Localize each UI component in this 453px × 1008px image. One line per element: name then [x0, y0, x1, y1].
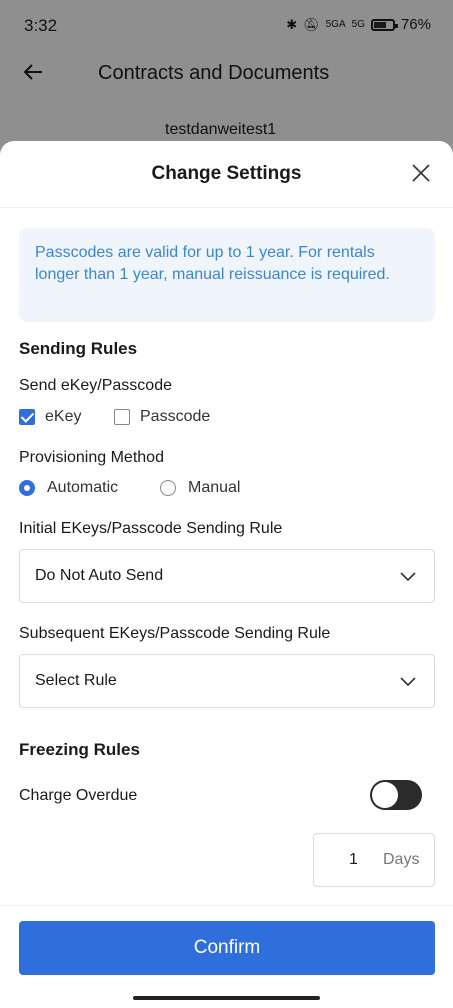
ekey-checkbox[interactable]: eKey [19, 408, 81, 426]
charge-overdue-label: Charge Overdue [19, 787, 138, 804]
toggle-knob [372, 782, 398, 808]
status-bar: 3:32 ✱ 🔕︎ 5GA 5G 76% [0, 0, 453, 56]
sheet-title: Change Settings [151, 163, 302, 184]
passcode-checkbox-box[interactable] [114, 409, 130, 425]
automatic-radio-dot[interactable] [19, 480, 35, 496]
mute-icon: 🔕︎ [303, 16, 320, 32]
page-title: Contracts and Documents [98, 62, 330, 84]
signal-5g-icon: 5G [351, 19, 365, 30]
change-settings-sheet: Change Settings Passcodes are valid for … [0, 141, 453, 1008]
passcode-label: Passcode [140, 408, 211, 425]
info-text: Passcodes are valid for up to 1 year. Fo… [35, 244, 390, 283]
battery-icon [370, 18, 398, 31]
automatic-radio[interactable]: Automatic [19, 479, 118, 497]
initial-rule-label: Initial EKeys/Passcode Sending Rule [19, 520, 283, 537]
info-notice: Passcodes are valid for up to 1 year. Fo… [19, 228, 435, 322]
battery-level: 76% [400, 16, 431, 33]
footer-divider [0, 905, 453, 906]
chevron-down-icon [400, 677, 416, 687]
close-icon[interactable] [411, 163, 431, 183]
subsequent-rule-label: Subsequent EKeys/Passcode Sending Rule [19, 625, 331, 642]
ekey-label: eKey [45, 408, 82, 425]
tenant-name: testdanweitest1 [165, 121, 277, 138]
sending-rules-title: Sending Rules [19, 339, 138, 358]
manual-radio[interactable]: Manual [160, 479, 240, 497]
manual-label: Manual [188, 479, 241, 496]
ekey-checkbox-box[interactable] [19, 409, 35, 425]
days-input[interactable]: 1 Days [313, 833, 435, 887]
initial-rule-value: Do Not Auto Send [35, 567, 164, 584]
subsequent-rule-select[interactable]: Select Rule [19, 654, 435, 708]
provisioning-label: Provisioning Method [19, 449, 164, 466]
chevron-down-icon [400, 572, 416, 582]
send-label: Send eKey/Passcode [19, 377, 172, 394]
days-unit: Days [383, 851, 420, 868]
signal-5ga-icon: 5GA [325, 19, 346, 30]
sheet-header: Change Settings [0, 141, 453, 208]
initial-rule-select[interactable]: Do Not Auto Send [19, 549, 435, 603]
back-arrow-icon[interactable] [22, 60, 46, 84]
subsequent-rule-value: Select Rule [35, 672, 117, 689]
home-indicator[interactable] [133, 996, 320, 1000]
status-icons: ✱ 🔕︎ 5GA 5G 76% [286, 16, 431, 33]
automatic-label: Automatic [47, 479, 119, 496]
freezing-rules-title: Freezing Rules [19, 740, 140, 759]
confirm-button[interactable]: Confirm [19, 921, 435, 975]
charge-overdue-toggle[interactable] [370, 780, 422, 810]
passcode-checkbox[interactable]: Passcode [114, 408, 210, 426]
days-value: 1 [349, 851, 358, 868]
bluetooth-icon: ✱ [286, 16, 298, 32]
status-time: 3:32 [24, 16, 58, 35]
app-header: Contracts and Documents [0, 56, 453, 92]
manual-radio-dot[interactable] [160, 480, 176, 496]
